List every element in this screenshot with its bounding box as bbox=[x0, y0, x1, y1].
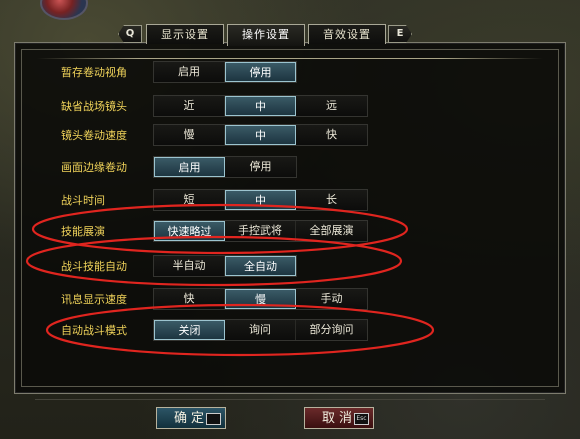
esc-key-hint: Esc bbox=[354, 413, 369, 425]
top-divider bbox=[37, 58, 543, 59]
option-auto-battle-skill-1[interactable]: 全自动 bbox=[225, 256, 296, 276]
option-camera-scroll-speed-1[interactable]: 中 bbox=[225, 125, 296, 145]
cancel-button-label: 取消 bbox=[322, 411, 357, 426]
tab-control-settings[interactable]: 操作设置 bbox=[227, 24, 305, 46]
option-message-speed-0[interactable]: 快 bbox=[154, 289, 225, 309]
setting-label-auto-battle-mode: 自动战斗模式 bbox=[61, 324, 127, 337]
option-auto-battle-mode-0[interactable]: 关闭 bbox=[154, 320, 225, 340]
option-group-pause-scroll-view: 启用 停用 bbox=[153, 61, 297, 83]
settings-panel: 暂存卷动视角 启用 停用 缺省战场镜头近中远镜头卷动速度慢中快画面边缘卷动 启用 停用 战斗… bbox=[14, 42, 566, 400]
option-camera-scroll-speed-0[interactable]: 慢 bbox=[154, 125, 225, 145]
confirm-button[interactable]: 确定 bbox=[156, 407, 226, 429]
option-default-camera-0[interactable]: 近 bbox=[154, 96, 225, 116]
option-skill-display-0[interactable]: 快速略过 bbox=[154, 221, 225, 241]
setting-row-edge-scroll: 画面边缘卷动 启用 停用 bbox=[15, 156, 565, 178]
option-battle-time-1[interactable]: 中 bbox=[225, 190, 296, 210]
option-default-camera-1[interactable]: 中 bbox=[225, 96, 296, 116]
option-group-edge-scroll: 启用 停用 bbox=[153, 156, 297, 178]
option-group-camera-scroll-speed: 慢中快 bbox=[153, 124, 368, 146]
cancel-button[interactable]: 取消 Esc bbox=[304, 407, 374, 429]
setting-row-camera-scroll-speed: 镜头卷动速度 慢中快 bbox=[15, 124, 565, 146]
option-skill-display-1[interactable]: 手控武将 bbox=[225, 221, 296, 241]
setting-label-default-camera: 缺省战场镜头 bbox=[61, 100, 127, 113]
setting-label-battle-time: 战斗时间 bbox=[61, 194, 105, 207]
tab-audio-settings[interactable]: 音效设置 bbox=[308, 24, 386, 44]
setting-row-message-speed: 讯息显示速度 快慢手动 bbox=[15, 288, 565, 310]
option-group-battle-time: 短中长 bbox=[153, 189, 368, 211]
option-message-speed-2[interactable]: 手动 bbox=[296, 289, 367, 309]
option-group-skill-display: 快速略过 手控武将 全部展演 bbox=[153, 220, 368, 242]
option-group-auto-battle-mode: 关闭 询问 部分询问 bbox=[153, 319, 368, 341]
option-group-message-speed: 快慢手动 bbox=[153, 288, 368, 310]
option-edge-scroll-1[interactable]: 停用 bbox=[225, 157, 296, 177]
option-battle-time-0[interactable]: 短 bbox=[154, 190, 225, 210]
setting-row-battle-time: 战斗时间 短中长 bbox=[15, 189, 565, 211]
setting-label-pause-scroll-view: 暂存卷动视角 bbox=[61, 66, 127, 79]
confirm-button-label: 确定 bbox=[174, 411, 209, 426]
option-pause-scroll-view-0[interactable]: 启用 bbox=[154, 62, 225, 82]
option-skill-display-2[interactable]: 全部展演 bbox=[296, 221, 367, 241]
setting-label-message-speed: 讯息显示速度 bbox=[61, 293, 127, 306]
option-edge-scroll-0[interactable]: 启用 bbox=[154, 157, 225, 177]
confirm-key-hint bbox=[206, 413, 221, 425]
setting-row-default-camera: 缺省战场镜头 近中远 bbox=[15, 95, 565, 117]
setting-label-edge-scroll: 画面边缘卷动 bbox=[61, 161, 127, 174]
tab-display-settings[interactable]: 显示设置 bbox=[146, 24, 224, 44]
setting-label-skill-display: 技能展演 bbox=[61, 225, 105, 238]
option-auto-battle-mode-1[interactable]: 询问 bbox=[225, 320, 296, 340]
bottom-divider bbox=[35, 399, 545, 400]
option-group-default-camera: 近中远 bbox=[153, 95, 368, 117]
option-auto-battle-mode-2[interactable]: 部分询问 bbox=[296, 320, 367, 340]
setting-row-pause-scroll-view: 暂存卷动视角 启用 停用 bbox=[15, 61, 565, 83]
option-pause-scroll-view-1[interactable]: 停用 bbox=[225, 62, 296, 82]
setting-label-auto-battle-skill: 战斗技能自动 bbox=[61, 260, 127, 273]
setting-row-auto-battle-mode: 自动战斗模式 关闭 询问 部分询问 bbox=[15, 319, 565, 341]
option-message-speed-1[interactable]: 慢 bbox=[225, 289, 296, 309]
setting-label-camera-scroll-speed: 镜头卷动速度 bbox=[61, 129, 127, 142]
setting-row-auto-battle-skill: 战斗技能自动 半自动 全自动 bbox=[15, 255, 565, 277]
setting-row-skill-display: 技能展演 快速略过 手控武将 全部展演 bbox=[15, 220, 565, 242]
option-battle-time-2[interactable]: 长 bbox=[296, 190, 367, 210]
option-camera-scroll-speed-2[interactable]: 快 bbox=[296, 125, 367, 145]
option-group-auto-battle-skill: 半自动 全自动 bbox=[153, 255, 297, 277]
option-default-camera-2[interactable]: 远 bbox=[296, 96, 367, 116]
option-auto-battle-skill-0[interactable]: 半自动 bbox=[154, 256, 225, 276]
